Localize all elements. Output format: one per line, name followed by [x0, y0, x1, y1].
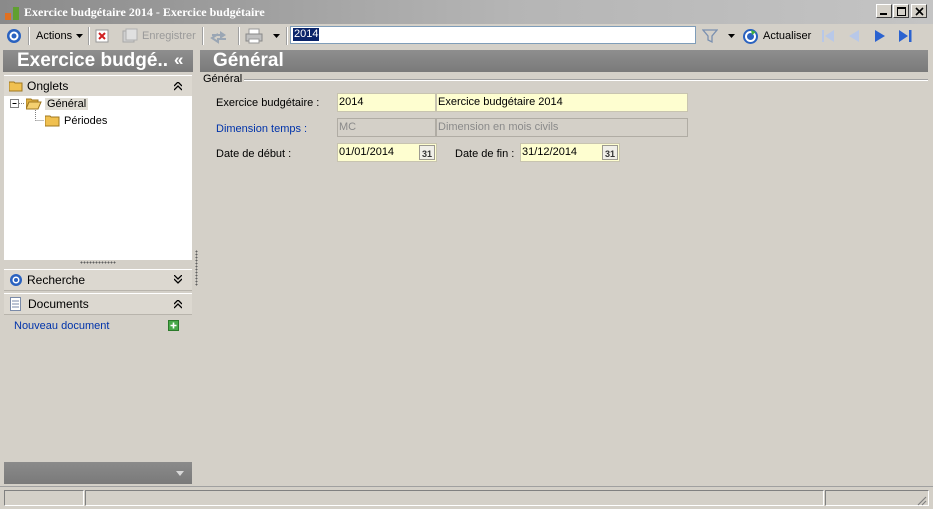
sync-icon	[210, 31, 226, 44]
window-title: Exercice budgétaire 2014 - Exercice budg…	[24, 5, 265, 19]
title-bar: Exercice budgétaire 2014 - Exercice budg…	[0, 0, 933, 25]
collapse-up-icon	[174, 300, 182, 309]
app-icon	[5, 7, 19, 20]
add-icon[interactable]	[168, 320, 179, 331]
toolbar-separator	[28, 27, 30, 45]
tree-item-periodes[interactable]: Périodes	[45, 114, 107, 127]
printer-icon	[245, 28, 263, 44]
refresh-button[interactable]: Actualiser	[742, 24, 811, 48]
last-record-icon	[899, 30, 912, 42]
calendar-icon[interactable]: 31	[419, 145, 435, 160]
left-panel-footer	[4, 462, 192, 484]
collapse-panel-button[interactable]: «	[174, 49, 183, 71]
print-button[interactable]	[245, 24, 280, 48]
refresh-label: Actualiser	[763, 30, 812, 42]
actions-label: Actions	[36, 30, 73, 42]
target-icon	[7, 29, 21, 43]
close-button[interactable]	[911, 4, 927, 18]
minimize-button[interactable]	[876, 4, 892, 18]
tabs-section-label: Onglets	[27, 79, 69, 93]
search-section-label: Recherche	[27, 273, 86, 287]
dropdown-arrow-icon	[273, 34, 280, 38]
next-record-icon	[875, 30, 885, 42]
left-panel-title: Exercice budgé..	[17, 50, 169, 71]
search-combo-input[interactable]: 2014	[290, 26, 696, 44]
exercice-description-field[interactable]: Exercice budgétaire 2014	[436, 93, 688, 112]
search-value: 2014	[293, 28, 320, 41]
end-date-value: 31/12/2014	[522, 146, 578, 158]
horizontal-splitter-grip[interactable]	[80, 261, 116, 264]
maximize-button[interactable]	[893, 4, 909, 18]
navigation-button[interactable]	[6, 24, 22, 48]
sync-button[interactable]	[210, 24, 228, 48]
calendar-icon-text: 31	[421, 149, 432, 159]
open-folder-icon	[26, 98, 42, 110]
save-button[interactable]: Enregistrer	[122, 24, 196, 48]
status-pane	[825, 490, 929, 506]
document-icon	[10, 297, 21, 311]
expand-down-icon	[174, 275, 182, 284]
right-panel-header: Général	[200, 50, 928, 72]
chevron-down-icon[interactable]	[176, 471, 184, 476]
right-panel-title: Général	[213, 50, 284, 71]
dimension-description-field: Dimension en mois civils	[436, 118, 688, 137]
tree-item-label: Général	[45, 97, 89, 110]
status-pane	[85, 490, 824, 506]
save-label: Enregistrer	[142, 30, 196, 42]
folder-icon	[9, 81, 23, 92]
filter-button[interactable]	[702, 24, 735, 48]
toolbar-separator	[88, 27, 90, 45]
last-record-button[interactable]	[897, 24, 915, 48]
documents-section-header[interactable]: Documents	[4, 293, 192, 315]
tree-item-general[interactable]: Général	[26, 97, 89, 110]
new-document-link[interactable]: Nouveau document	[14, 320, 109, 332]
tabs-tree: Général Périodes	[4, 96, 192, 260]
resize-grip-icon[interactable]	[915, 494, 927, 506]
refresh-icon	[743, 28, 758, 44]
documents-section-label: Documents	[28, 297, 89, 311]
exercice-label: Exercice budgétaire :	[216, 97, 320, 109]
tree-item-label: Périodes	[64, 114, 108, 127]
first-record-button[interactable]	[820, 24, 836, 48]
search-section-header[interactable]: Recherche	[4, 269, 192, 291]
status-pane	[4, 490, 84, 506]
save-icon	[122, 28, 138, 43]
maximize-icon	[896, 6, 906, 16]
dropdown-arrow-icon	[76, 34, 84, 38]
actions-menu[interactable]: Actions	[36, 24, 84, 48]
dimension-label[interactable]: Dimension temps :	[216, 123, 307, 135]
target-icon	[10, 274, 22, 286]
next-record-button[interactable]	[872, 24, 888, 48]
start-date-value: 01/01/2014	[339, 146, 395, 158]
calendar-icon-text: 31	[604, 149, 615, 159]
start-date-label: Date de début :	[216, 148, 292, 160]
vertical-splitter-grip[interactable]	[195, 250, 198, 286]
close-icon	[914, 6, 924, 16]
filter-icon	[702, 29, 718, 44]
toolbar-separator	[286, 27, 288, 45]
first-record-icon	[822, 30, 834, 42]
status-bar	[0, 486, 933, 509]
delete-icon	[95, 29, 109, 43]
calendar-icon[interactable]: 31	[602, 145, 618, 160]
dropdown-arrow-icon	[728, 34, 735, 38]
minimize-icon	[880, 13, 887, 15]
delete-button[interactable]	[95, 24, 109, 48]
toolbar-separator	[238, 27, 240, 45]
end-date-label: Date de fin :	[455, 148, 515, 160]
exercice-code-field[interactable]: 2014	[337, 93, 436, 112]
group-separator	[244, 79, 928, 81]
folder-icon	[45, 115, 60, 127]
previous-record-icon	[849, 30, 859, 42]
toolbar-separator	[202, 27, 204, 45]
left-panel-header: Exercice budgé.. «	[3, 50, 193, 72]
tabs-section-header[interactable]: Onglets	[4, 75, 192, 97]
collapse-up-icon	[174, 82, 182, 91]
group-label: Général	[203, 73, 243, 85]
previous-record-button[interactable]	[846, 24, 862, 48]
dimension-code-field: MC	[337, 118, 436, 137]
